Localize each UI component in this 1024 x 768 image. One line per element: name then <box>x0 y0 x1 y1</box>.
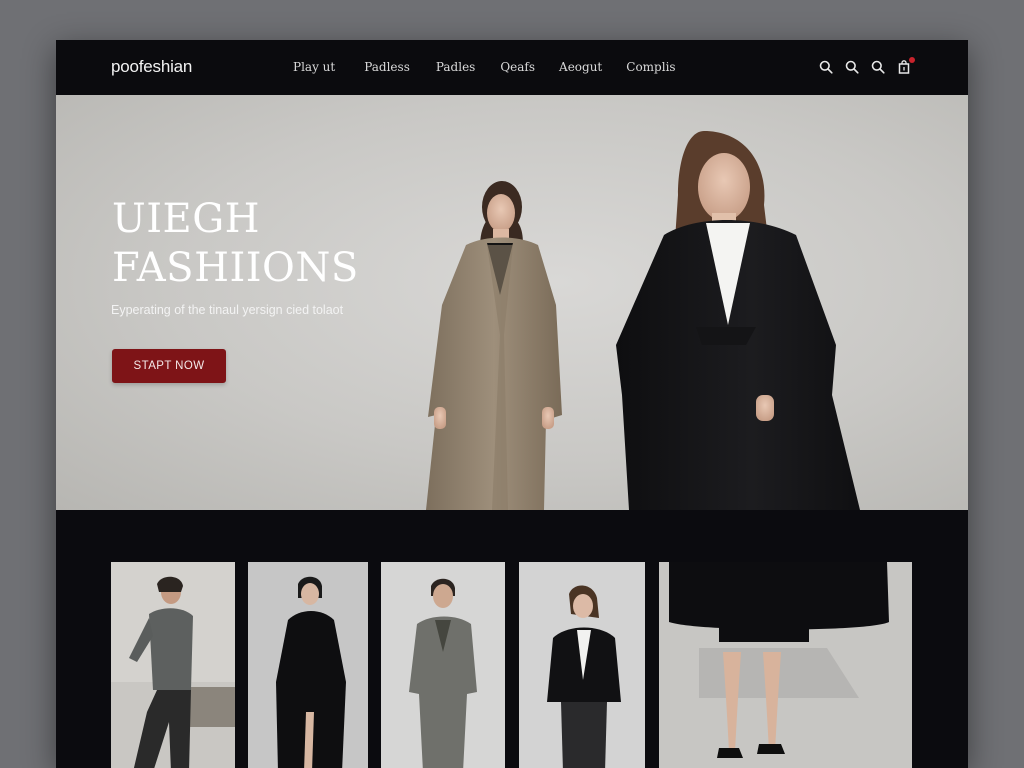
product-gallery <box>56 510 968 768</box>
hero-subtitle: Eyperating of the tinaul yersign cied to… <box>111 303 344 317</box>
model-grey-sweater-image <box>111 562 235 768</box>
gallery-tile-5[interactable] <box>659 562 912 768</box>
nav-link-3[interactable]: Padles <box>436 60 475 74</box>
hero-banner: UIEGH FASHIIONS Eyperating of the tinaul… <box>56 95 968 510</box>
nav-link-1[interactable]: Play ut <box>293 60 335 74</box>
model-black-skirt-heels-image <box>659 562 912 768</box>
model-black-jacket-image <box>519 562 645 768</box>
logo[interactable]: poofeshian <box>111 57 192 77</box>
cart-badge <box>909 57 915 63</box>
gallery-tile-4[interactable] <box>519 562 645 768</box>
nav-link-5[interactable]: Aeogut <box>559 60 602 74</box>
gallery-tile-2[interactable] <box>248 562 368 768</box>
search-icon[interactable] <box>818 59 834 75</box>
browser-window: poofeshian Play ut Padless Padles Qeafs … <box>56 40 968 768</box>
gallery-tile-1[interactable] <box>111 562 235 768</box>
model-grey-suit-image <box>381 562 505 768</box>
start-now-button[interactable]: STAPT NOW <box>112 349 226 383</box>
hero-title: UIEGH FASHIIONS <box>112 195 359 293</box>
hero-title-line-1: UIEGH <box>112 196 261 242</box>
model-black-coat <box>616 131 860 510</box>
gallery-tile-3[interactable] <box>381 562 505 768</box>
search-icon[interactable] <box>870 59 886 75</box>
nav-link-2[interactable]: Padless <box>364 60 410 74</box>
hero-title-line-2: FASHIIONS <box>112 245 359 291</box>
top-nav: poofeshian Play ut Padless Padles Qeafs … <box>56 40 968 95</box>
nav-icons <box>818 57 915 75</box>
nav-links: Play ut Padless Padles Qeafs Aeogut Comp… <box>293 60 676 74</box>
model-black-long-coat-image <box>248 562 368 768</box>
search-icon[interactable] <box>844 59 860 75</box>
nav-link-6[interactable]: Complis <box>626 60 675 74</box>
model-tan-coat <box>426 181 562 510</box>
cart-icon[interactable] <box>896 57 915 75</box>
nav-link-4[interactable]: Qeafs <box>500 60 535 74</box>
